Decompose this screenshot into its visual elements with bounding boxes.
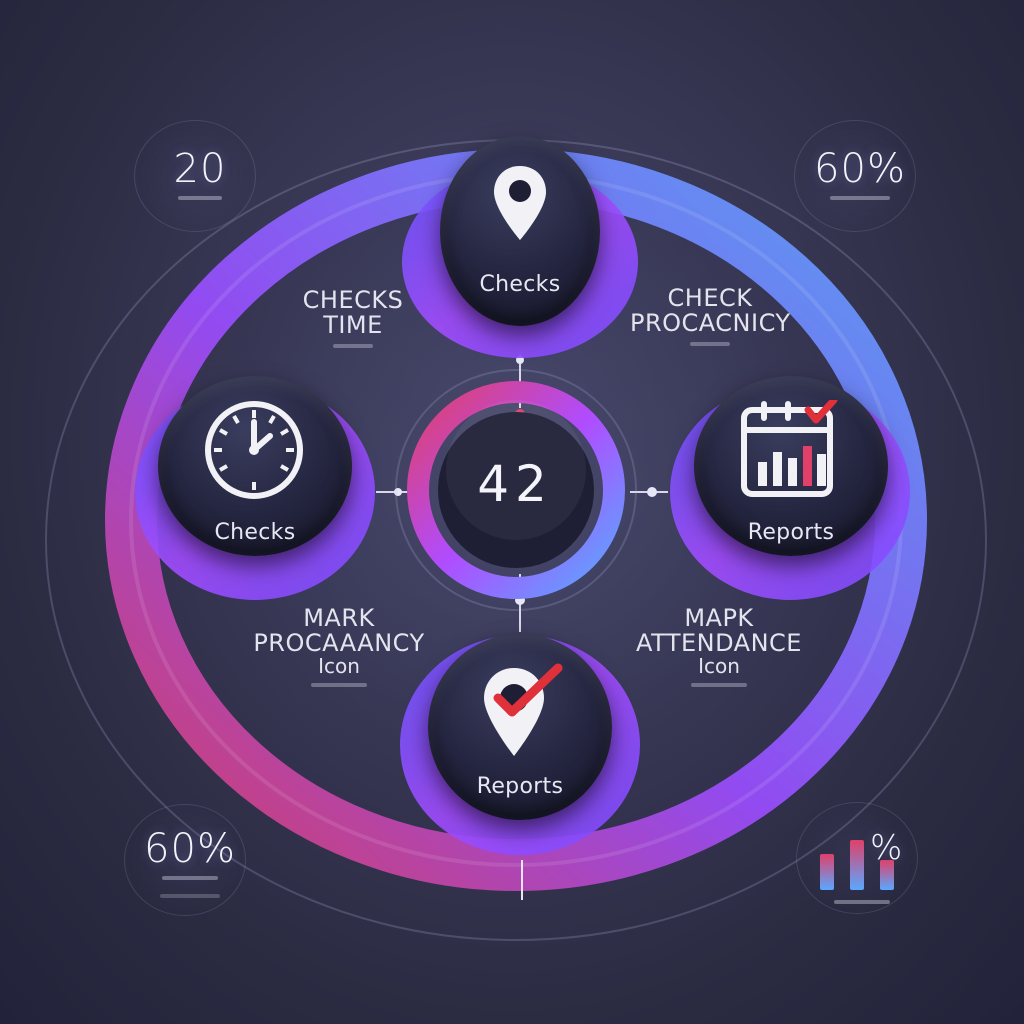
bottom-button-label: Reports	[476, 774, 564, 799]
location-check-icon	[484, 663, 563, 756]
left-button-label: Checks	[214, 520, 296, 545]
annotation-bottom-left: MARK PROCAAANCY Icon	[244, 604, 434, 688]
stat-bottom-left-faint	[162, 876, 218, 880]
annotation-bottom-right: MAPK ATTENDANCE Icon	[624, 604, 814, 688]
calendar-chart-icon	[741, 400, 838, 497]
annotation-bottom-right-line3: Icon	[698, 654, 740, 679]
stat-bottom-left: 60%	[120, 804, 260, 920]
stat-top-right-faint	[830, 196, 890, 200]
stat-top-right: 60%	[790, 120, 930, 232]
stat-top-left-value: 20	[173, 146, 227, 192]
location-pin-icon	[494, 166, 546, 240]
annotation-top-right: CHECK PROCACNICY	[630, 284, 791, 347]
stat-bottom-left-faint-2	[160, 894, 220, 898]
annotation-top-left-line2: TIME	[323, 311, 383, 340]
stat-top-left-faint	[178, 196, 222, 200]
annotation-top-right-line2: PROCACNICY	[630, 309, 791, 338]
top-button-label: Checks	[479, 272, 561, 297]
annotation-bottom-left-line3: Icon	[318, 654, 360, 679]
connector-dot-right	[647, 487, 657, 497]
clock-icon	[205, 401, 303, 499]
stat-top-right-value: 60%	[814, 146, 906, 192]
annotation-bottom-left-faint	[311, 683, 367, 688]
dashboard-stage: Checks Checks Reports Reports 42 CHECKS …	[0, 0, 1024, 1024]
annotation-top-right-line1: CHECK	[667, 284, 753, 312]
annotation-top-left: CHECKS TIME	[288, 286, 418, 349]
annotation-top-left-line1: CHECKS	[302, 286, 404, 314]
annotation-bottom-right-line2: ATTENDANCE	[636, 629, 802, 658]
annotation-top-right-faint	[690, 342, 730, 347]
center-value: 42	[477, 455, 553, 513]
reports-button-bottom[interactable]: Reports	[428, 634, 612, 830]
checks-button-top[interactable]: Checks	[430, 136, 610, 331]
checks-button-left[interactable]: Checks	[158, 376, 352, 570]
right-button-label: Reports	[747, 520, 835, 545]
stat-bottom-right-value: %	[870, 828, 904, 868]
stat-bottom-right-faint	[834, 900, 890, 904]
annotation-bottom-left-line1: MARK	[303, 604, 375, 632]
reports-button-right[interactable]: Reports	[694, 376, 888, 570]
stat-top-left: 20	[134, 120, 260, 232]
annotation-bottom-left-line2: PROCAAANCY	[253, 629, 425, 658]
annotation-bottom-right-line1: MAPK	[684, 604, 754, 632]
stat-bottom-left-value: 60%	[144, 826, 236, 872]
annotation-top-left-faint	[333, 344, 373, 349]
stat-bottom-right: %	[792, 802, 932, 918]
annotation-bottom-right-faint	[691, 683, 747, 688]
